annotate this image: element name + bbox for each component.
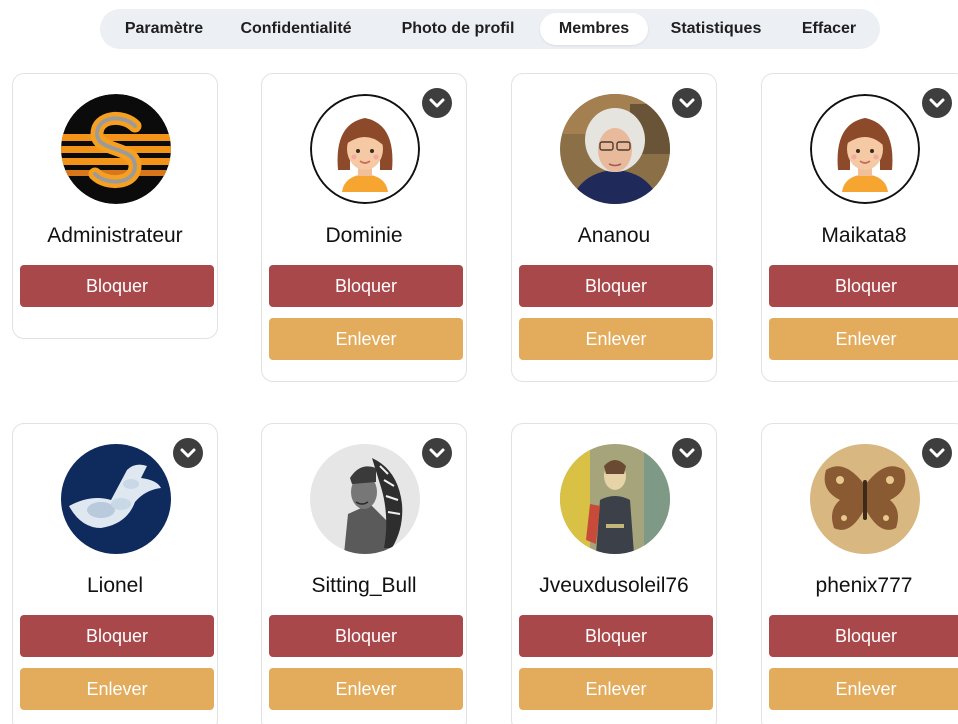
- chevron-down-icon: [679, 448, 695, 458]
- avatar: [560, 444, 670, 554]
- remove-button[interactable]: Enlever: [769, 318, 958, 360]
- avatar: [310, 94, 420, 204]
- block-button[interactable]: Bloquer: [519, 615, 713, 657]
- tab-confidentialite[interactable]: Confidentialité: [228, 13, 364, 45]
- woman-photo-avatar-image: [560, 94, 670, 204]
- member-options-button[interactable]: [173, 438, 203, 468]
- remove-button[interactable]: Enlever: [269, 668, 463, 710]
- chevron-down-icon: [429, 448, 445, 458]
- member-card: phenix777 Bloquer Enlever: [761, 423, 958, 724]
- member-card: Sitting_Bull Bloquer Enlever: [261, 423, 467, 724]
- member-name: Dominie: [325, 224, 403, 247]
- tab-parametre[interactable]: Paramètre: [112, 13, 216, 45]
- cloud-dove-avatar-image: [61, 444, 171, 554]
- member-options-button[interactable]: [672, 438, 702, 468]
- s-logo-avatar-image: [61, 94, 171, 204]
- member-name: Sitting_Bull: [311, 574, 417, 597]
- avatar: [810, 444, 920, 554]
- remove-button[interactable]: Enlever: [769, 668, 958, 710]
- avatar: [61, 94, 171, 204]
- chevron-down-icon: [180, 448, 196, 458]
- tab-photo-de-profil[interactable]: Photo de profil: [384, 13, 532, 45]
- member-name: Lionel: [86, 574, 144, 597]
- member-card: Lionel Bloquer Enlever: [12, 423, 218, 724]
- avatar: [810, 94, 920, 204]
- settings-tabbar: Paramètre Confidentialité Photo de profi…: [100, 9, 880, 49]
- member-name: Maikata8: [821, 224, 907, 247]
- tab-effacer[interactable]: Effacer: [788, 13, 870, 45]
- chevron-down-icon: [929, 448, 945, 458]
- avatar: [61, 444, 171, 554]
- chevron-down-icon: [929, 98, 945, 108]
- tab-statistiques[interactable]: Statistiques: [656, 13, 776, 45]
- member-name: phenix777: [815, 574, 913, 597]
- member-name: Ananou: [577, 224, 651, 247]
- remove-button[interactable]: Enlever: [20, 668, 214, 710]
- chevron-down-icon: [429, 98, 445, 108]
- block-button[interactable]: Bloquer: [269, 265, 463, 307]
- painting-avatar-image: [560, 444, 670, 554]
- girl-cartoon-avatar-image: [310, 94, 420, 204]
- block-button[interactable]: Bloquer: [20, 615, 214, 657]
- member-card: Maikata8 Bloquer Enlever: [761, 73, 958, 382]
- member-card: Administrateur Bloquer: [12, 73, 218, 339]
- avatar: [560, 94, 670, 204]
- member-name: Administrateur: [47, 224, 183, 247]
- block-button[interactable]: Bloquer: [769, 265, 958, 307]
- tab-membres[interactable]: Membres: [540, 13, 648, 45]
- remove-button[interactable]: Enlever: [519, 318, 713, 360]
- block-button[interactable]: Bloquer: [519, 265, 713, 307]
- remove-button[interactable]: Enlever: [519, 668, 713, 710]
- chief-photo-avatar-image: [310, 444, 420, 554]
- avatar: [310, 444, 420, 554]
- girl-cartoon-avatar-image: [810, 94, 920, 204]
- member-options-button[interactable]: [922, 88, 952, 118]
- member-name: Jveuxdusoleil76: [539, 574, 689, 597]
- member-card: Ananou Bloquer Enlever: [511, 73, 717, 382]
- chevron-down-icon: [679, 98, 695, 108]
- block-button[interactable]: Bloquer: [269, 615, 463, 657]
- member-options-button[interactable]: [922, 438, 952, 468]
- block-button[interactable]: Bloquer: [20, 265, 214, 307]
- member-card: Jveuxdusoleil76 Bloquer Enlever: [511, 423, 717, 724]
- remove-button[interactable]: Enlever: [269, 318, 463, 360]
- member-options-button[interactable]: [672, 88, 702, 118]
- block-button[interactable]: Bloquer: [769, 615, 958, 657]
- member-options-button[interactable]: [422, 438, 452, 468]
- butterfly-avatar-image: [810, 444, 920, 554]
- members-page: Paramètre Confidentialité Photo de profi…: [0, 0, 958, 724]
- member-card: Dominie Bloquer Enlever: [261, 73, 467, 382]
- member-options-button[interactable]: [422, 88, 452, 118]
